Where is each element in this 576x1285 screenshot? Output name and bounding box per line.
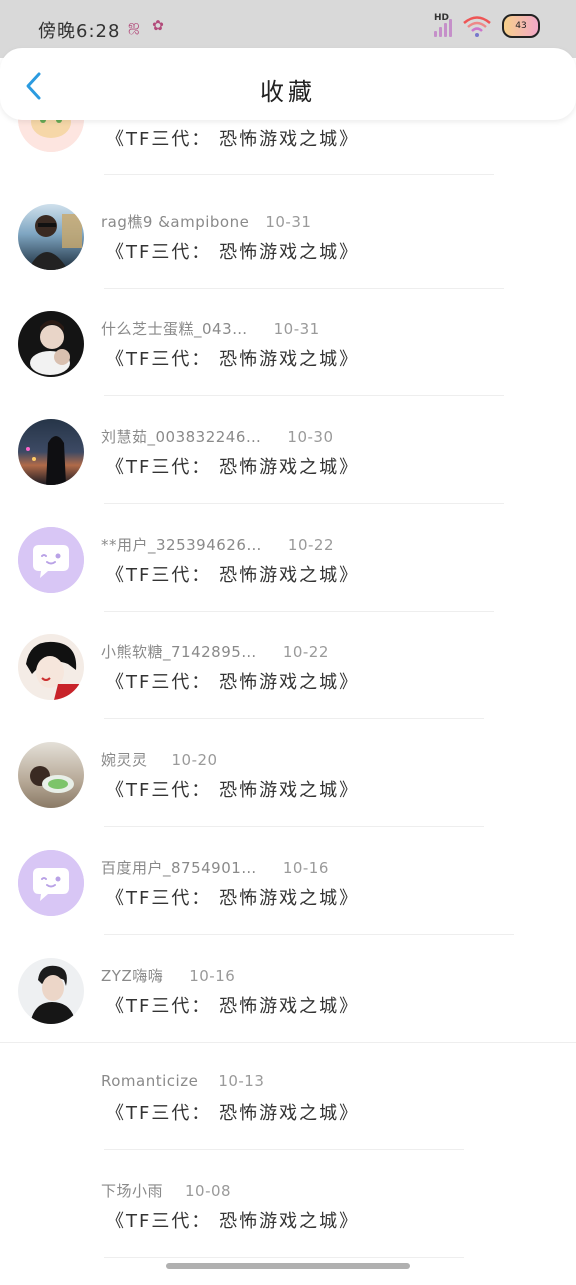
username[interactable]: ZYZ嗨嗨 [101,967,163,985]
username[interactable]: rag樵9 &ampibone [101,213,249,231]
item-date: 10-22 [282,643,329,662]
network-type-label: HD [434,13,450,23]
notification-icons: ஜ ✿ [120,18,164,36]
item-date: 10-30 [287,428,334,447]
list-item[interactable]: 婉灵灵 10-20 《TF三代： 恐怖游戏之城》 [0,742,576,854]
avatar[interactable] [18,742,84,809]
item-meta: 下场小雨 10-08 [101,1180,231,1201]
post-title: 《TF三代： 恐怖游戏之城》 [106,780,360,802]
list-item[interactable]: 什么芝士蛋糕_043… 10-31 《TF三代： 恐怖游戏之城》 [0,311,576,423]
post-title: 《TF三代： 恐怖游戏之城》 [106,129,360,150]
divider [104,933,514,935]
list-item[interactable]: 百度用户_8754901… 10-16 《TF三代： 恐怖游戏之城》 [0,849,576,962]
avatar[interactable] [18,849,84,916]
avatar[interactable] [18,419,84,486]
divider [104,610,494,612]
item-meta: 什么芝士蛋糕_043… 10-31 [101,318,320,339]
divider [104,718,484,720]
navigation-bar: 收藏 [0,48,576,120]
status-time: 傍晚6:28 [38,21,121,42]
username[interactable]: 小熊软糖_7142895… [101,643,257,661]
divider [104,395,504,397]
divider [104,1256,464,1258]
item-date: 10-08 [185,1181,232,1200]
list-item[interactable]: 小熊软糖_7142895… 10-22 《TF三代： 恐怖游戏之城》 [0,634,576,746]
item-meta: 婉灵灵 10-20 [101,749,218,770]
battery-level: 43 [515,21,527,31]
post-title: 《TF三代： 恐怖游戏之城》 [106,672,360,694]
divider [104,174,494,175]
signal-icon: HD [434,13,452,37]
item-meta: 小熊软糖_7142895… 10-22 [101,641,329,662]
item-date: 10-31 [265,212,312,231]
post-title: 《TF三代： 恐怖游戏之城》 [106,1210,360,1232]
item-meta: 百度用户_8754901… 10-16 [101,857,329,878]
list-item[interactable]: **用户_325394626… 10-22 《TF三代： 恐怖游戏之城》 [0,526,576,639]
illustration-avatar [26,642,80,701]
item-date: 10-16 [282,858,329,877]
post-title: 《TF三代： 恐怖游戏之城》 [106,457,360,479]
post-title: 《TF三代： 恐怖游戏之城》 [106,887,360,909]
status-right: HD 43 [434,13,540,38]
divider [104,287,504,289]
username[interactable]: 婉灵灵 [101,751,148,769]
divider [104,503,504,505]
item-date: 10-13 [218,1072,265,1091]
default-chat-avatar-icon [18,526,84,593]
divider [104,1149,464,1151]
username[interactable]: 下场小雨 [101,1182,163,1200]
post-title: 《TF三代： 恐怖游戏之城》 [106,564,360,586]
list-item[interactable]: 刘慧茹_003832246… 10-30 《TF三代： 恐怖游戏之城》 [0,419,576,531]
avatar[interactable] [18,311,84,378]
user-photo [28,213,82,270]
username[interactable]: 百度用户_8754901… [101,859,257,877]
divider [0,1041,576,1043]
item-meta: 刘慧茹_003832246… 10-30 [101,426,334,447]
username[interactable]: 什么芝士蛋糕_043… [101,320,248,338]
list-item[interactable]: Romanticize 10-13 《TF三代： 恐怖游戏之城》 [0,1069,576,1177]
username[interactable]: **用户_325394626… [101,536,262,554]
home-indicator[interactable] [166,1263,410,1269]
list-item[interactable]: ZYZ嗨嗨 10-16 《TF三代： 恐怖游戏之城》 [0,957,576,1070]
post-title: 《TF三代： 恐怖游戏之城》 [106,241,360,263]
post-title: 《TF三代： 恐怖游戏之城》 [106,1103,360,1125]
item-meta: Romanticize 10-13 [101,1072,264,1090]
avatar[interactable] [18,203,84,270]
page-title: 收藏 [260,78,316,106]
item-meta: **用户_325394626… 10-22 [101,534,334,555]
avatar[interactable] [18,634,84,701]
divider [104,826,484,828]
app-notification-icon: ✿ [152,18,164,34]
item-date: 10-22 [287,535,334,554]
item-meta: rag樵9 &ampibone 10-31 [101,211,311,232]
item-meta: ZYZ嗨嗨 10-16 [101,965,235,986]
user-photo [26,436,66,486]
username[interactable]: 刘慧茹_003832246… [101,428,261,446]
default-chat-avatar-icon [18,849,84,916]
item-date: 10-16 [189,966,236,985]
avatar[interactable] [18,957,84,1024]
user-photo [30,320,70,376]
favorites-list: 《TF三代： 恐怖游戏之城》 rag樵9 &ampibone 10-31 《TF三… [0,86,576,1285]
list-item[interactable]: rag樵9 &ampibone 10-31 《TF三代： 恐怖游戏之城》 [0,203,576,316]
item-date: 10-31 [273,320,320,339]
avatar[interactable] [18,526,84,593]
user-photo [30,766,74,794]
post-title: 《TF三代： 恐怖游戏之城》 [106,349,360,371]
wifi-icon [463,16,491,37]
user-photo [30,965,76,1024]
app-notification-icon: ஜ [128,18,140,34]
username[interactable]: Romanticize [101,1072,198,1090]
post-title: 《TF三代： 恐怖游戏之城》 [106,995,360,1017]
battery-icon: 43 [502,14,540,38]
item-date: 10-20 [171,751,218,770]
